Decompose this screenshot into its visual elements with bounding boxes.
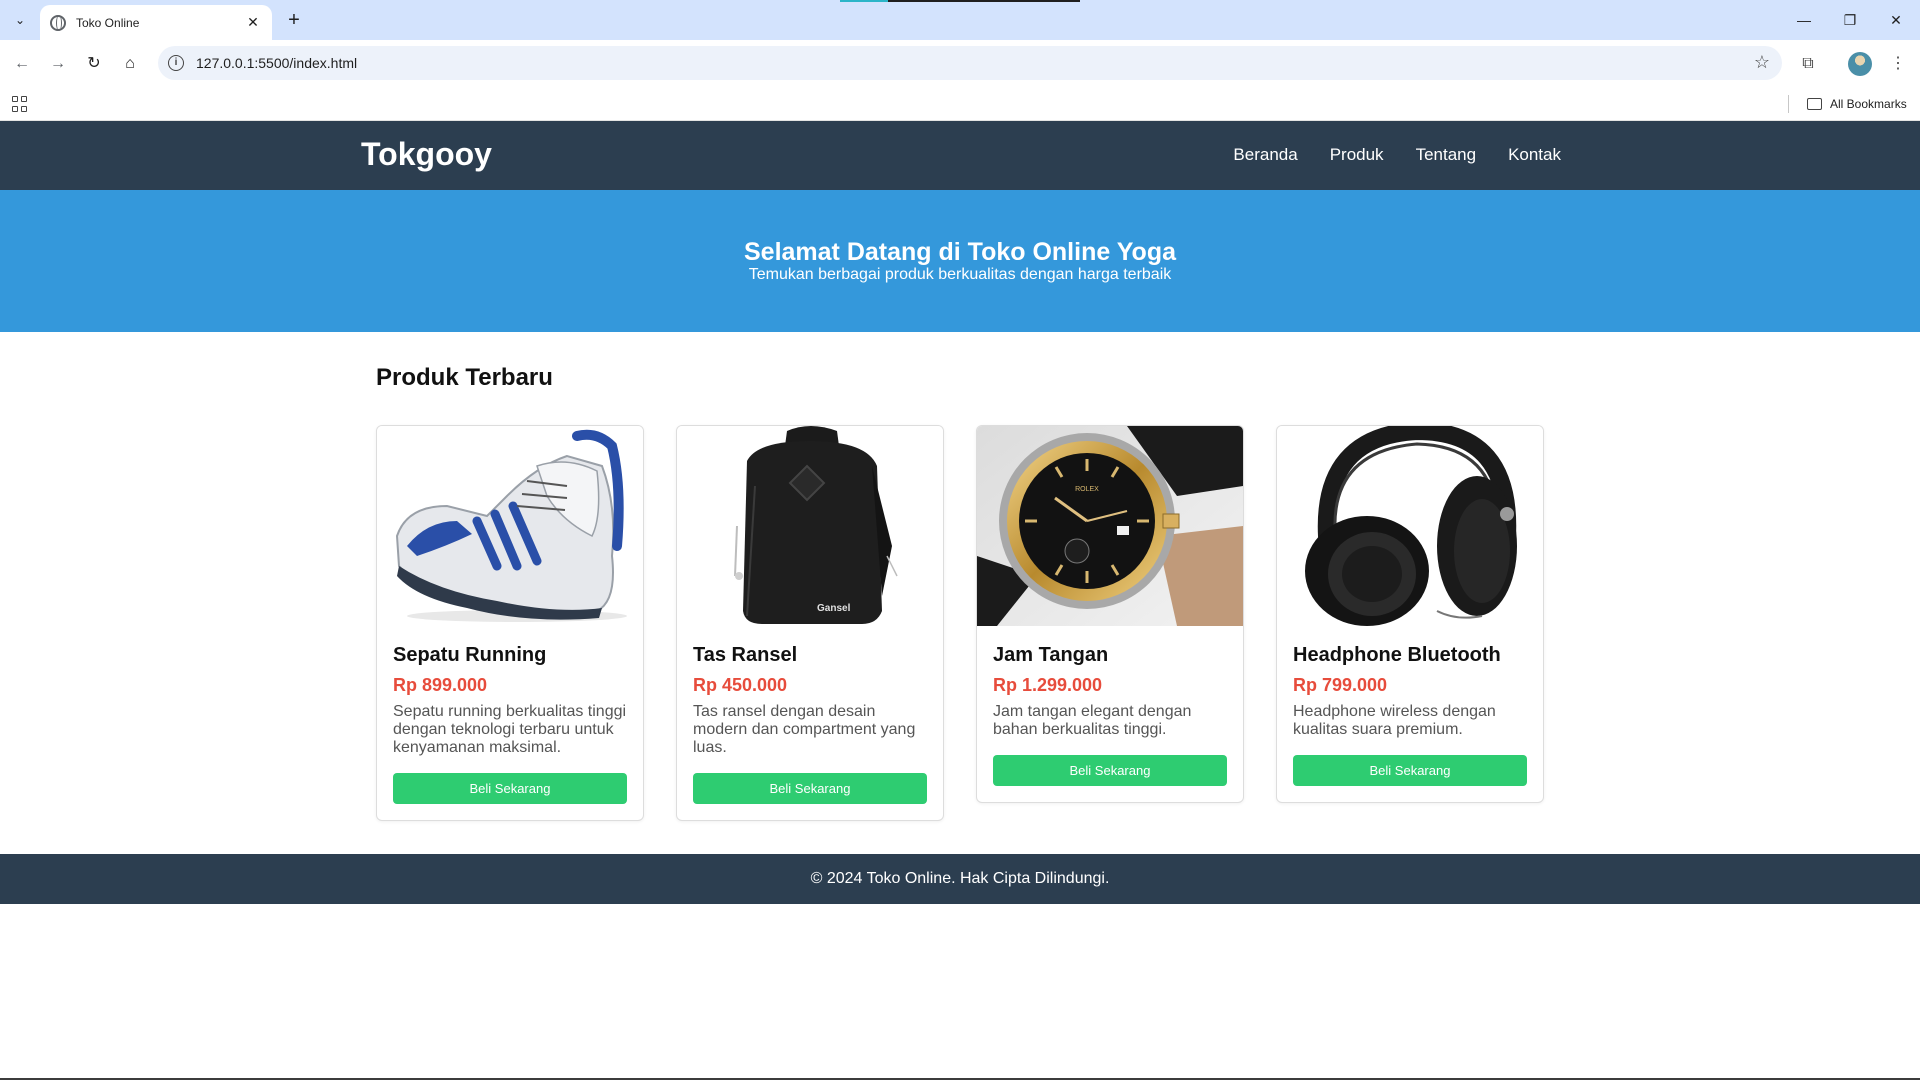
tab-title: Toko Online — [76, 15, 140, 30]
nav-link-tentang[interactable]: Tentang — [1416, 145, 1477, 165]
loading-indicator-accent — [840, 0, 888, 2]
main-nav: Beranda Produk Tentang Kontak — [1233, 145, 1561, 165]
address-bar[interactable]: i 127.0.0.1:5500/index.html ☆ — [158, 46, 1782, 80]
buy-now-button[interactable]: Beli Sekarang — [993, 755, 1227, 786]
hero-subtitle: Temukan berbagai produk berkualitas deng… — [748, 266, 1172, 283]
url-text: 127.0.0.1:5500/index.html — [196, 55, 358, 71]
wristwatch-image: ROLEX — [977, 426, 1243, 626]
apps-grid-icon[interactable] — [12, 96, 28, 112]
page-viewport: Tokgooy Beranda Produk Tentang Kontak Se… — [0, 121, 1920, 1080]
menu-dots-icon[interactable]: ⋮ — [1884, 50, 1912, 78]
tab-search-chevron-icon[interactable]: ⌄ — [8, 8, 32, 32]
buy-now-button[interactable]: Beli Sekarang — [1293, 755, 1527, 786]
extensions-puzzle-icon[interactable]: ⧉ — [1794, 50, 1822, 78]
backpack-image: Gansel — [677, 426, 943, 626]
globe-icon — [50, 14, 66, 31]
site-info-icon[interactable]: i — [168, 55, 184, 71]
folder-icon — [1807, 98, 1822, 110]
site-logo[interactable]: Tokgooy — [361, 136, 492, 173]
product-name[interactable]: Headphone Bluetooth — [1293, 644, 1527, 667]
product-description: Sepatu running berkualitas tinggi dengan… — [393, 703, 627, 756]
watch-brand-mark: ROLEX — [1075, 486, 1099, 493]
product-description: Jam tangan elegant dengan bahan berkuali… — [993, 703, 1192, 738]
product-price: Rp 799.000 — [1293, 675, 1388, 695]
headphones-image — [1277, 426, 1543, 626]
nav-link-kontak[interactable]: Kontak — [1508, 145, 1561, 165]
product-price: Rp 899.000 — [393, 675, 488, 695]
product-name[interactable]: Tas Ransel — [693, 644, 927, 667]
product-card-headphone-bluetooth: Headphone Bluetooth Rp 799.000 Headphone… — [1276, 425, 1544, 803]
profile-avatar[interactable] — [1848, 52, 1872, 76]
bookmark-star-icon[interactable]: ☆ — [1754, 52, 1770, 73]
browser-toolbar: ← → ↻ ⌂ i 127.0.0.1:5500/index.html ☆ ⧉ … — [0, 40, 1920, 87]
home-icon[interactable]: ⌂ — [116, 50, 144, 78]
buy-now-button[interactable]: Beli Sekarang — [693, 773, 927, 804]
restore-icon[interactable]: ❐ — [1836, 8, 1864, 32]
site-header: Tokgooy Beranda Produk Tentang Kontak — [0, 121, 1920, 190]
close-icon[interactable]: ✕ — [244, 14, 262, 31]
site-footer: © 2024 Toko Online. Hak Cipta Dilindungi… — [0, 854, 1920, 904]
new-tab-plus-icon[interactable]: + — [282, 8, 306, 32]
browser-tab-bar: ⌄ Toko Online ✕ + — ❐ ✕ — [0, 0, 1920, 40]
backpack-brand-mark: Gansel — [817, 603, 851, 614]
forward-arrow-icon[interactable]: → — [44, 50, 72, 78]
section-title: Produk Terbaru — [376, 364, 553, 391]
product-price: Rp 450.000 — [693, 675, 788, 695]
product-price: Rp 1.299.000 — [993, 675, 1103, 695]
product-name[interactable]: Jam Tangan — [993, 644, 1227, 667]
minimize-icon[interactable]: — — [1790, 8, 1818, 32]
bookmarks-divider — [1788, 95, 1789, 113]
product-description: Headphone wireless dengan kualitas suara… — [1293, 703, 1496, 738]
product-card-tas-ransel: Gansel Tas Ransel Rp 450.000 Tas ransel … — [676, 425, 944, 821]
product-name[interactable]: Sepatu Running — [393, 644, 627, 667]
bookmarks-bar: All Bookmarks — [0, 87, 1920, 121]
running-shoe-image — [377, 426, 643, 626]
product-card-jam-tangan: ROLEX Jam Tangan Rp 1.299.000 Jam tangan… — [976, 425, 1244, 803]
hero-title: Selamat Datang di Toko Online Yoga — [743, 238, 1177, 266]
hero-banner: Selamat Datang di Toko Online Yoga Temuk… — [0, 190, 1920, 332]
nav-link-beranda[interactable]: Beranda — [1233, 145, 1297, 165]
product-description: Tas ransel dengan desain modern dan comp… — [693, 703, 916, 756]
back-arrow-icon[interactable]: ← — [8, 50, 36, 78]
all-bookmarks-link[interactable]: All Bookmarks — [1830, 97, 1907, 111]
product-card-sepatu-running: Sepatu Running Rp 899.000 Sepatu running… — [376, 425, 644, 821]
buy-now-button[interactable]: Beli Sekarang — [393, 773, 627, 804]
reload-icon[interactable]: ↻ — [80, 50, 108, 78]
window-close-icon[interactable]: ✕ — [1882, 8, 1910, 32]
tab-toko-online[interactable]: Toko Online ✕ — [40, 5, 272, 40]
nav-link-produk[interactable]: Produk — [1330, 145, 1384, 165]
